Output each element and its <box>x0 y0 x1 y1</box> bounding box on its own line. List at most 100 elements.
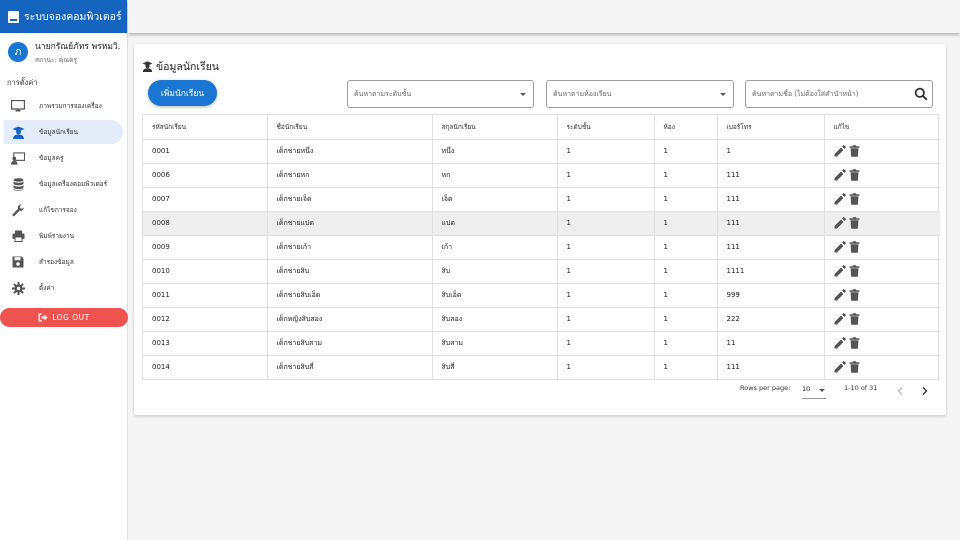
edit-button[interactable] <box>834 337 846 349</box>
trash-icon <box>849 337 859 349</box>
edit-button[interactable] <box>834 241 846 253</box>
table-cell: 1 <box>654 211 718 236</box>
table-cell: เด็กชายสิบเอ็ด <box>267 283 433 308</box>
pencil-icon <box>834 145 846 157</box>
column-header[interactable]: ห้อง <box>654 115 718 140</box>
table-cell: หนึ่ง <box>432 139 558 164</box>
table-row[interactable]: 0006 เด็กชายหก หก 1 1 111 <box>143 163 940 188</box>
table-cell: 1 <box>654 187 718 212</box>
level-filter-select[interactable]: ค้นหาตามระดับชั้น <box>347 80 534 108</box>
trash-icon <box>849 265 859 277</box>
column-header[interactable]: สกุลนักเรียน <box>432 115 558 140</box>
table-cell: 1111 <box>717 259 825 284</box>
sidebar: ระบบจองคอมพิวเตอร์ ภ นายกรัณย์ภัทร พรหมว… <box>0 0 128 540</box>
table-cell: เด็กหญิงสิบสอง <box>267 307 433 332</box>
table-cell: 1 <box>654 139 718 164</box>
delete-button[interactable] <box>849 265 860 277</box>
sidebar-item-label: พิมพ์รายงาน <box>39 232 75 240</box>
delete-button[interactable] <box>849 217 860 229</box>
column-header[interactable]: ชื่อนักเรียน <box>267 115 433 140</box>
edit-button[interactable] <box>834 217 846 229</box>
delete-button[interactable] <box>849 337 860 349</box>
trash-icon <box>849 289 859 301</box>
app-title: ระบบจองคอมพิวเตอร์ <box>24 11 122 23</box>
add-student-button[interactable]: เพิ่มนักเรียน <box>148 80 217 106</box>
pencil-icon <box>834 361 846 373</box>
edit-button[interactable] <box>834 145 846 157</box>
delete-button[interactable] <box>849 361 860 374</box>
user-status: สถานะ: คุณครู <box>35 56 77 64</box>
delete-button[interactable] <box>849 313 860 325</box>
pencil-icon <box>834 265 846 277</box>
delete-button[interactable] <box>849 169 860 181</box>
edit-button[interactable] <box>834 361 846 373</box>
sidebar-item-computers[interactable]: ข้อมูลเครื่องคอมพิวเตอร์ <box>4 172 123 196</box>
table-row[interactable]: 0008 เด็กชายแปด แปด 1 1 111 <box>143 211 940 236</box>
delete-button[interactable] <box>849 289 860 301</box>
chevron-down-icon <box>720 93 726 96</box>
sidebar-item-settings[interactable]: ตั้งค่า <box>4 276 123 300</box>
table-row[interactable]: 0014 เด็กชายสิบสี่ สิบสี่ 1 1 111 <box>143 355 940 379</box>
next-page-button[interactable] <box>920 386 930 396</box>
table-cell: 111 <box>717 187 825 212</box>
student-icon <box>11 125 25 139</box>
sidebar-item-edit-booking[interactable]: แก้ไขการจอง <box>4 198 123 222</box>
edit-button[interactable] <box>834 313 846 325</box>
edit-button[interactable] <box>834 169 846 181</box>
table-cell: แปด <box>432 211 558 236</box>
actions-cell <box>824 235 940 260</box>
table-header-row: รหัสนักเรียน ชื่อนักเรียน สกุลนักเรียน ร… <box>143 115 940 140</box>
search-icon[interactable] <box>914 87 928 103</box>
table-cell: 1 <box>654 307 718 332</box>
previous-page-button[interactable] <box>895 386 905 396</box>
column-header[interactable]: รหัสนักเรียน <box>143 115 268 140</box>
edit-button[interactable] <box>834 193 846 205</box>
table-row[interactable]: 0009 เด็กชายเก้า เก้า 1 1 111 <box>143 235 940 260</box>
logout-button[interactable]: LOG OUT <box>0 308 128 327</box>
sidebar-item-students[interactable]: ข้อมูลนักเรียน <box>4 120 123 144</box>
menu-heading: การตั้งค่า <box>7 78 38 87</box>
table-cell: 111 <box>717 163 825 188</box>
actions-cell <box>824 307 940 332</box>
table-cell: สิบเอ็ด <box>432 283 558 308</box>
teacher-icon <box>11 151 25 165</box>
sidebar-item-teachers[interactable]: ข้อมูลครู <box>4 146 123 170</box>
delete-button[interactable] <box>849 193 860 205</box>
delete-button[interactable] <box>849 241 860 253</box>
sidebar-item-backup[interactable]: สำรองข้อมูล <box>4 250 123 274</box>
actions-cell <box>824 211 940 236</box>
database-icon <box>11 177 25 191</box>
sidebar-item-print-report[interactable]: พิมพ์รายงาน <box>4 224 123 248</box>
table-cell: 999 <box>717 283 825 308</box>
table-row[interactable]: 0010 เด็กชายสิบ สิบ 1 1 1111 <box>143 259 940 284</box>
table-cell: 111 <box>717 211 825 236</box>
name-search-input[interactable]: ค้นหาตามชื่อ (ไม่ต้องใส่คำนำหน้า) <box>745 80 933 108</box>
table-row[interactable]: 0011 เด็กชายสิบเอ็ด สิบเอ็ด 1 1 999 <box>143 283 940 308</box>
column-header[interactable]: ระดับชั้น <box>557 115 655 140</box>
edit-button[interactable] <box>834 289 846 301</box>
column-header[interactable]: เบอร์โทร <box>717 115 825 140</box>
table-row[interactable]: 0001 เด็กชายหนึ่ง หนึ่ง 1 1 1 <box>143 139 940 164</box>
table-cell: เด็กชายหนึ่ง <box>267 139 433 164</box>
table-row[interactable]: 0013 เด็กชายสิบสาม สิบสาม 1 1 11 <box>143 331 940 356</box>
edit-button[interactable] <box>834 265 846 277</box>
actions-cell <box>824 163 940 188</box>
chevron-down-icon <box>520 93 526 96</box>
table-cell: 1 <box>557 235 655 260</box>
logout-label: LOG OUT <box>52 313 90 322</box>
table-cell: 0012 <box>143 307 268 332</box>
sidebar-item-label: ข้อมูลเครื่องคอมพิวเตอร์ <box>39 180 108 188</box>
sidebar-item-label: แก้ไขการจอง <box>39 206 77 214</box>
pencil-icon <box>834 289 846 301</box>
room-filter-select[interactable]: ค้นหาตามห้องเรียน <box>546 80 734 108</box>
room-filter-placeholder: ค้นหาตามห้องเรียน <box>553 89 612 98</box>
trash-icon <box>849 193 859 205</box>
level-filter-placeholder: ค้นหาตามระดับชั้น <box>354 89 412 98</box>
table-row[interactable]: 0012 เด็กหญิงสิบสอง สิบสอง 1 1 222 <box>143 307 940 332</box>
rows-per-page-select[interactable]: 10 <box>802 385 826 399</box>
delete-button[interactable] <box>849 145 860 157</box>
table-row[interactable]: 0007 เด็กชายเจ็ด เจ็ด 1 1 111 <box>143 187 940 212</box>
table-cell: เด็กชายสิบสาม <box>267 331 433 356</box>
sidebar-item-overview[interactable]: ภาพรวมการจองเครื่อง <box>4 94 123 118</box>
monitor-icon <box>11 99 25 113</box>
